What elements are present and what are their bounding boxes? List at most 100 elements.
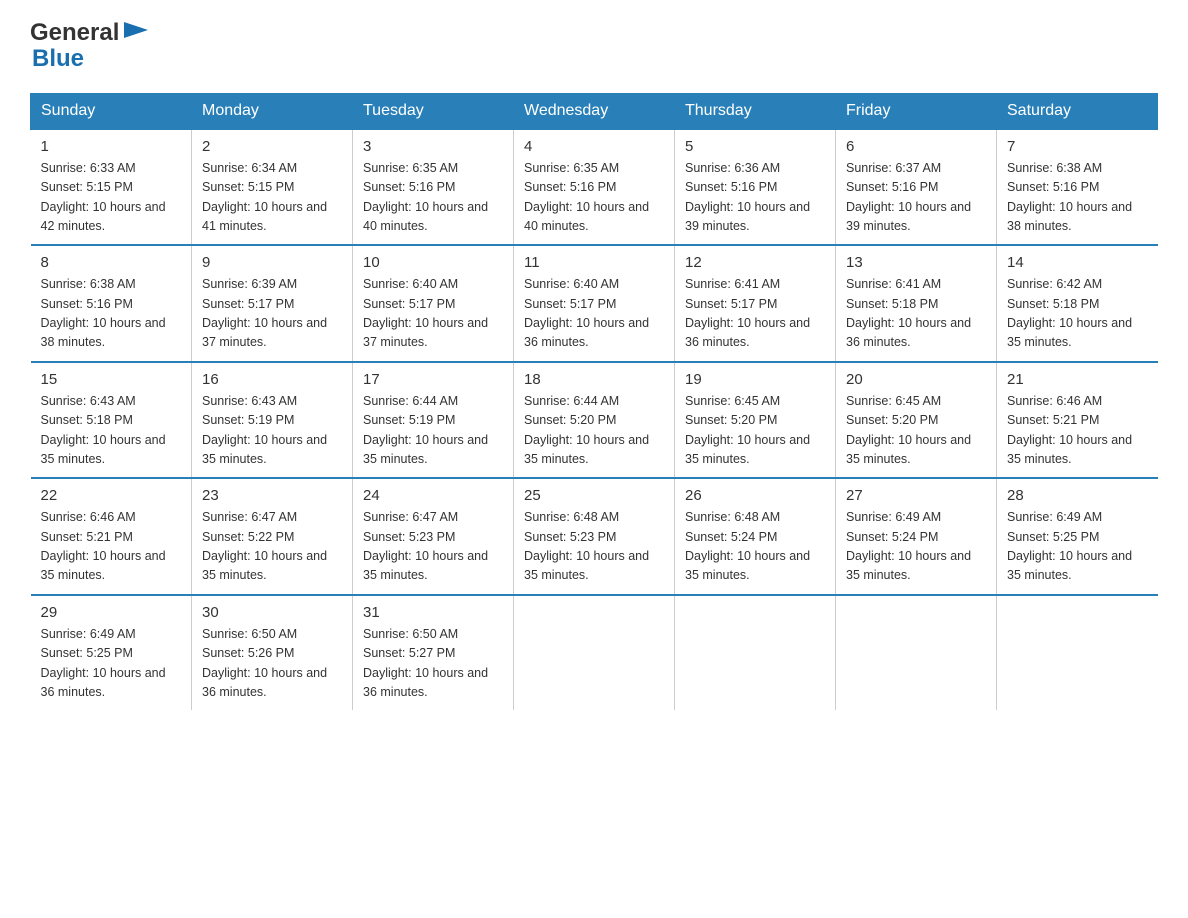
- day-number: 23: [202, 487, 342, 504]
- day-number: 18: [524, 371, 664, 388]
- day-info: Sunrise: 6:36 AMSunset: 5:16 PMDaylight:…: [685, 161, 810, 233]
- day-info: Sunrise: 6:49 AMSunset: 5:25 PMDaylight:…: [1007, 510, 1132, 582]
- day-number: 10: [363, 254, 503, 271]
- day-info: Sunrise: 6:48 AMSunset: 5:24 PMDaylight:…: [685, 510, 810, 582]
- day-info: Sunrise: 6:47 AMSunset: 5:23 PMDaylight:…: [363, 510, 488, 582]
- day-info: Sunrise: 6:43 AMSunset: 5:19 PMDaylight:…: [202, 394, 327, 466]
- calendar-cell: 21 Sunrise: 6:46 AMSunset: 5:21 PMDaylig…: [997, 362, 1158, 479]
- calendar-cell: 15 Sunrise: 6:43 AMSunset: 5:18 PMDaylig…: [31, 362, 192, 479]
- calendar-cell: 12 Sunrise: 6:41 AMSunset: 5:17 PMDaylig…: [675, 245, 836, 362]
- calendar-table: SundayMondayTuesdayWednesdayThursdayFrid…: [30, 93, 1158, 711]
- day-number: 1: [41, 138, 182, 155]
- calendar-cell: 1 Sunrise: 6:33 AMSunset: 5:15 PMDayligh…: [31, 129, 192, 246]
- header-day-wednesday: Wednesday: [514, 93, 675, 129]
- day-number: 22: [41, 487, 182, 504]
- logo-blue-text: Blue: [32, 46, 150, 72]
- day-number: 28: [1007, 487, 1148, 504]
- day-info: Sunrise: 6:46 AMSunset: 5:21 PMDaylight:…: [41, 510, 166, 582]
- day-info: Sunrise: 6:49 AMSunset: 5:25 PMDaylight:…: [41, 627, 166, 699]
- week-row-4: 22 Sunrise: 6:46 AMSunset: 5:21 PMDaylig…: [31, 478, 1158, 595]
- day-number: 2: [202, 138, 342, 155]
- calendar-cell: 9 Sunrise: 6:39 AMSunset: 5:17 PMDayligh…: [192, 245, 353, 362]
- logo-flag-icon: [122, 22, 150, 44]
- week-row-2: 8 Sunrise: 6:38 AMSunset: 5:16 PMDayligh…: [31, 245, 1158, 362]
- calendar-cell: 14 Sunrise: 6:42 AMSunset: 5:18 PMDaylig…: [997, 245, 1158, 362]
- day-info: Sunrise: 6:48 AMSunset: 5:23 PMDaylight:…: [524, 510, 649, 582]
- day-info: Sunrise: 6:41 AMSunset: 5:17 PMDaylight:…: [685, 277, 810, 349]
- week-row-5: 29 Sunrise: 6:49 AMSunset: 5:25 PMDaylig…: [31, 595, 1158, 711]
- day-number: 7: [1007, 138, 1148, 155]
- day-info: Sunrise: 6:40 AMSunset: 5:17 PMDaylight:…: [524, 277, 649, 349]
- calendar-cell: [836, 595, 997, 711]
- calendar-cell: 11 Sunrise: 6:40 AMSunset: 5:17 PMDaylig…: [514, 245, 675, 362]
- day-number: 6: [846, 138, 986, 155]
- page-header: General Blue: [30, 20, 1158, 73]
- day-number: 4: [524, 138, 664, 155]
- calendar-cell: 24 Sunrise: 6:47 AMSunset: 5:23 PMDaylig…: [353, 478, 514, 595]
- calendar-cell: [997, 595, 1158, 711]
- calendar-cell: 6 Sunrise: 6:37 AMSunset: 5:16 PMDayligh…: [836, 129, 997, 246]
- calendar-cell: 16 Sunrise: 6:43 AMSunset: 5:19 PMDaylig…: [192, 362, 353, 479]
- calendar-cell: 19 Sunrise: 6:45 AMSunset: 5:20 PMDaylig…: [675, 362, 836, 479]
- calendar-cell: [514, 595, 675, 711]
- day-info: Sunrise: 6:49 AMSunset: 5:24 PMDaylight:…: [846, 510, 971, 582]
- day-number: 24: [363, 487, 503, 504]
- day-info: Sunrise: 6:44 AMSunset: 5:19 PMDaylight:…: [363, 394, 488, 466]
- logo: General Blue: [30, 20, 150, 73]
- header-day-sunday: Sunday: [31, 93, 192, 129]
- calendar-cell: 13 Sunrise: 6:41 AMSunset: 5:18 PMDaylig…: [836, 245, 997, 362]
- day-number: 11: [524, 254, 664, 271]
- day-number: 25: [524, 487, 664, 504]
- calendar-cell: 17 Sunrise: 6:44 AMSunset: 5:19 PMDaylig…: [353, 362, 514, 479]
- day-info: Sunrise: 6:47 AMSunset: 5:22 PMDaylight:…: [202, 510, 327, 582]
- calendar-cell: 5 Sunrise: 6:36 AMSunset: 5:16 PMDayligh…: [675, 129, 836, 246]
- day-info: Sunrise: 6:41 AMSunset: 5:18 PMDaylight:…: [846, 277, 971, 349]
- day-info: Sunrise: 6:45 AMSunset: 5:20 PMDaylight:…: [846, 394, 971, 466]
- day-number: 14: [1007, 254, 1148, 271]
- calendar-cell: 8 Sunrise: 6:38 AMSunset: 5:16 PMDayligh…: [31, 245, 192, 362]
- day-number: 15: [41, 371, 182, 388]
- day-info: Sunrise: 6:34 AMSunset: 5:15 PMDaylight:…: [202, 161, 327, 233]
- day-info: Sunrise: 6:50 AMSunset: 5:26 PMDaylight:…: [202, 627, 327, 699]
- calendar-cell: 18 Sunrise: 6:44 AMSunset: 5:20 PMDaylig…: [514, 362, 675, 479]
- day-number: 21: [1007, 371, 1148, 388]
- calendar-cell: 26 Sunrise: 6:48 AMSunset: 5:24 PMDaylig…: [675, 478, 836, 595]
- day-number: 27: [846, 487, 986, 504]
- day-info: Sunrise: 6:35 AMSunset: 5:16 PMDaylight:…: [524, 161, 649, 233]
- day-info: Sunrise: 6:44 AMSunset: 5:20 PMDaylight:…: [524, 394, 649, 466]
- day-info: Sunrise: 6:43 AMSunset: 5:18 PMDaylight:…: [41, 394, 166, 466]
- day-info: Sunrise: 6:37 AMSunset: 5:16 PMDaylight:…: [846, 161, 971, 233]
- day-number: 17: [363, 371, 503, 388]
- day-number: 8: [41, 254, 182, 271]
- day-info: Sunrise: 6:38 AMSunset: 5:16 PMDaylight:…: [41, 277, 166, 349]
- day-number: 26: [685, 487, 825, 504]
- day-info: Sunrise: 6:46 AMSunset: 5:21 PMDaylight:…: [1007, 394, 1132, 466]
- day-info: Sunrise: 6:38 AMSunset: 5:16 PMDaylight:…: [1007, 161, 1132, 233]
- day-number: 12: [685, 254, 825, 271]
- day-info: Sunrise: 6:45 AMSunset: 5:20 PMDaylight:…: [685, 394, 810, 466]
- calendar-cell: 3 Sunrise: 6:35 AMSunset: 5:16 PMDayligh…: [353, 129, 514, 246]
- header-day-saturday: Saturday: [997, 93, 1158, 129]
- header-row: SundayMondayTuesdayWednesdayThursdayFrid…: [31, 93, 1158, 129]
- day-number: 19: [685, 371, 825, 388]
- calendar-cell: 25 Sunrise: 6:48 AMSunset: 5:23 PMDaylig…: [514, 478, 675, 595]
- calendar-cell: [675, 595, 836, 711]
- day-number: 30: [202, 604, 342, 621]
- calendar-cell: 27 Sunrise: 6:49 AMSunset: 5:24 PMDaylig…: [836, 478, 997, 595]
- day-info: Sunrise: 6:35 AMSunset: 5:16 PMDaylight:…: [363, 161, 488, 233]
- calendar-cell: 31 Sunrise: 6:50 AMSunset: 5:27 PMDaylig…: [353, 595, 514, 711]
- day-number: 20: [846, 371, 986, 388]
- header-day-tuesday: Tuesday: [353, 93, 514, 129]
- calendar-cell: 23 Sunrise: 6:47 AMSunset: 5:22 PMDaylig…: [192, 478, 353, 595]
- day-number: 13: [846, 254, 986, 271]
- calendar-cell: 7 Sunrise: 6:38 AMSunset: 5:16 PMDayligh…: [997, 129, 1158, 246]
- day-number: 16: [202, 371, 342, 388]
- day-number: 9: [202, 254, 342, 271]
- calendar-cell: 28 Sunrise: 6:49 AMSunset: 5:25 PMDaylig…: [997, 478, 1158, 595]
- calendar-cell: 2 Sunrise: 6:34 AMSunset: 5:15 PMDayligh…: [192, 129, 353, 246]
- day-number: 29: [41, 604, 182, 621]
- week-row-1: 1 Sunrise: 6:33 AMSunset: 5:15 PMDayligh…: [31, 129, 1158, 246]
- logo-general-text: General: [30, 20, 119, 46]
- day-number: 31: [363, 604, 503, 621]
- day-info: Sunrise: 6:33 AMSunset: 5:15 PMDaylight:…: [41, 161, 166, 233]
